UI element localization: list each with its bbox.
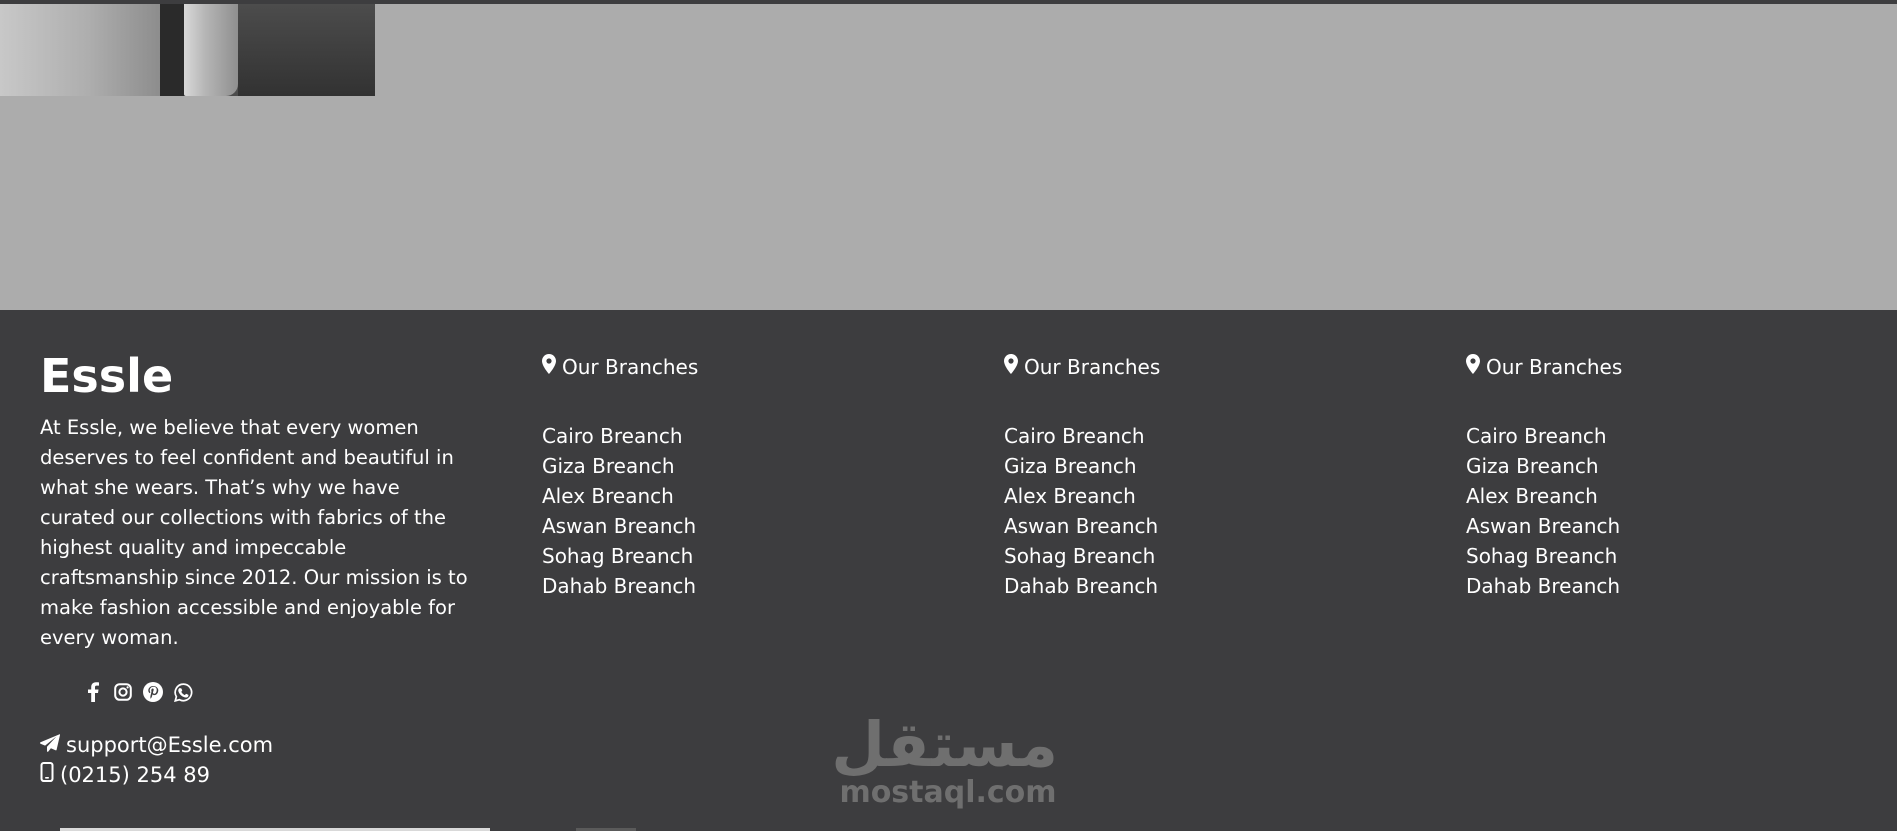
pinterest-icon[interactable] [143, 682, 163, 702]
branches-title: Our Branches [1024, 355, 1161, 379]
phone-row[interactable]: (0215) 254 89 [40, 760, 273, 790]
branch-item[interactable]: Giza Breanch [1004, 451, 1324, 481]
site-footer: Essle At Essle, we believe that every wo… [0, 310, 1897, 831]
branches-column-2: Our Branches Cairo Breanch Giza Breanch … [1004, 353, 1324, 601]
branch-list: Cairo Breanch Giza Breanch Alex Breanch … [1466, 421, 1786, 601]
support-email[interactable]: support@Essle.com [66, 730, 273, 760]
instagram-icon[interactable] [113, 682, 133, 702]
branch-link-giza[interactable]: Giza Breanch [542, 454, 675, 478]
brand-description: At Essle, we believe that every women de… [40, 415, 468, 649]
branches-title: Our Branches [1486, 355, 1623, 379]
branch-link-alex[interactable]: Alex Breanch [1004, 484, 1136, 508]
map-marker-icon [1004, 353, 1018, 381]
branch-item[interactable]: Sohag Breanch [1004, 541, 1324, 571]
support-phone[interactable]: (0215) 254 89 [60, 760, 210, 790]
branch-item[interactable]: Dahab Breanch [1466, 571, 1786, 601]
facebook-icon[interactable] [83, 682, 103, 702]
brand-title: Essle [40, 349, 174, 403]
branch-link-sohag[interactable]: Sohag Breanch [542, 544, 693, 568]
branch-link-alex[interactable]: Alex Breanch [542, 484, 674, 508]
mostaql-watermark: مستقل mostaql.com [831, 708, 1058, 824]
photo-figure-fabric [184, 4, 238, 96]
branch-link-alex[interactable]: Alex Breanch [1466, 484, 1598, 508]
branch-link-aswan[interactable]: Aswan Breanch [1004, 514, 1158, 538]
branch-item[interactable]: Aswan Breanch [542, 511, 862, 541]
branch-item[interactable]: Cairo Breanch [542, 421, 862, 451]
branch-link-aswan[interactable]: Aswan Breanch [542, 514, 696, 538]
branches-header: Our Branches [542, 353, 862, 381]
branch-item[interactable]: Giza Breanch [1466, 451, 1786, 481]
hero-photo [0, 4, 375, 96]
branch-item[interactable]: Alex Breanch [542, 481, 862, 511]
social-links [83, 682, 193, 702]
whatsapp-icon[interactable] [173, 682, 193, 702]
branch-link-cairo[interactable]: Cairo Breanch [542, 424, 683, 448]
photo-left-panel [0, 4, 160, 96]
branches-header: Our Branches [1466, 353, 1786, 381]
branch-link-dahab[interactable]: Dahab Breanch [542, 574, 696, 598]
branch-link-cairo[interactable]: Cairo Breanch [1004, 424, 1145, 448]
map-marker-icon [542, 353, 556, 381]
branch-item[interactable]: Dahab Breanch [1004, 571, 1324, 601]
watermark-arabic: مستقل [831, 708, 1058, 781]
branches-title: Our Branches [562, 355, 699, 379]
branch-link-cairo[interactable]: Cairo Breanch [1466, 424, 1607, 448]
branch-link-sohag[interactable]: Sohag Breanch [1004, 544, 1155, 568]
watermark-latin: mostaql.com [839, 775, 1057, 810]
branch-item[interactable]: Alex Breanch [1466, 481, 1786, 511]
branch-item[interactable]: Aswan Breanch [1004, 511, 1324, 541]
mobile-phone-icon [40, 760, 54, 790]
branch-list: Cairo Breanch Giza Breanch Alex Breanch … [1004, 421, 1324, 601]
photo-background-dark [238, 4, 375, 96]
brand-column: Essle At Essle, we believe that every wo… [40, 350, 470, 653]
branch-list: Cairo Breanch Giza Breanch Alex Breanch … [542, 421, 862, 601]
branch-link-dahab[interactable]: Dahab Breanch [1466, 574, 1620, 598]
contact-info: support@Essle.com (0215) 254 89 [40, 730, 273, 790]
branch-link-dahab[interactable]: Dahab Breanch [1004, 574, 1158, 598]
branch-link-sohag[interactable]: Sohag Breanch [1466, 544, 1617, 568]
map-marker-icon [1466, 353, 1480, 381]
branch-item[interactable]: Cairo Breanch [1004, 421, 1324, 451]
hero-section [0, 4, 1897, 310]
branch-item[interactable]: Aswan Breanch [1466, 511, 1786, 541]
branch-item[interactable]: Sohag Breanch [1466, 541, 1786, 571]
branch-link-aswan[interactable]: Aswan Breanch [1466, 514, 1620, 538]
page: Essle At Essle, we believe that every wo… [0, 0, 1897, 831]
email-row[interactable]: support@Essle.com [40, 730, 273, 760]
branches-column-1: Our Branches Cairo Breanch Giza Breanch … [542, 353, 862, 601]
branch-item[interactable]: Dahab Breanch [542, 571, 862, 601]
branch-item[interactable]: Giza Breanch [542, 451, 862, 481]
branch-link-giza[interactable]: Giza Breanch [1004, 454, 1137, 478]
branch-item[interactable]: Alex Breanch [1004, 481, 1324, 511]
branch-link-giza[interactable]: Giza Breanch [1466, 454, 1599, 478]
branch-item[interactable]: Cairo Breanch [1466, 421, 1786, 451]
branches-column-3: Our Branches Cairo Breanch Giza Breanch … [1466, 353, 1786, 601]
paper-plane-icon [40, 730, 61, 760]
branches-header: Our Branches [1004, 353, 1324, 381]
branch-item[interactable]: Sohag Breanch [542, 541, 862, 571]
